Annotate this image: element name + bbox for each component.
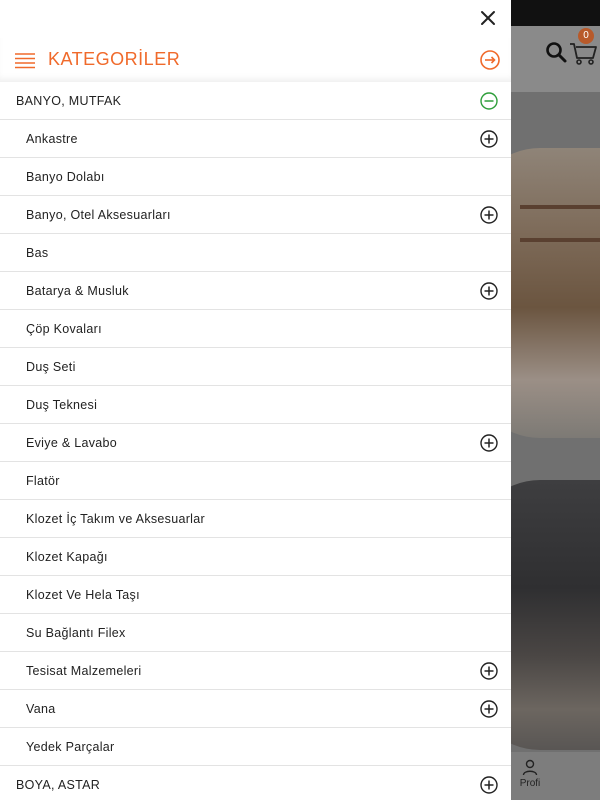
shelf-decoration — [520, 205, 600, 209]
subcategory-row[interactable]: Klozet Kapağı — [0, 538, 511, 576]
plus-circle-icon[interactable] — [479, 433, 499, 453]
category-label: Banyo, Otel Aksesuarları — [26, 208, 171, 222]
subcategory-row[interactable]: Banyo Dolabı — [0, 158, 511, 196]
plus-circle-icon[interactable] — [479, 699, 499, 719]
category-label: Su Bağlantı Filex — [26, 626, 126, 640]
search-icon[interactable] — [544, 40, 568, 64]
profile-label: Profi — [519, 778, 541, 789]
exit-icon[interactable] — [479, 49, 501, 71]
category-label: BANYO, MUTFAK — [16, 94, 122, 108]
category-label: Tesisat Malzemeleri — [26, 664, 142, 678]
plus-circle-icon[interactable] — [479, 205, 499, 225]
subcategory-row[interactable]: Eviye & Lavabo — [0, 424, 511, 462]
category-label: Vana — [26, 702, 56, 716]
subcategory-row[interactable]: Duş Seti — [0, 348, 511, 386]
category-label: Klozet Kapağı — [26, 550, 108, 564]
subcategory-row[interactable]: Tesisat Malzemeleri — [0, 652, 511, 690]
category-label: Çöp Kovaları — [26, 322, 102, 336]
category-label: Banyo Dolabı — [26, 170, 105, 184]
category-row[interactable]: BOYA, ASTAR — [0, 766, 511, 800]
categories-drawer: KATEGORİLER BANYO, MUTFAK Ankastre Banyo D… — [0, 0, 511, 800]
subcategory-row[interactable]: Klozet Ve Hela Taşı — [0, 576, 511, 614]
cart-count-badge: 0 — [578, 28, 594, 44]
subcategory-row[interactable]: Batarya & Musluk — [0, 272, 511, 310]
category-label: Duş Teknesi — [26, 398, 98, 412]
category-label: Batarya & Musluk — [26, 284, 129, 298]
subcategory-row[interactable]: Çöp Kovaları — [0, 310, 511, 348]
profile-tab[interactable]: Profi — [510, 758, 550, 789]
category-label: Yedek Parçalar — [26, 740, 115, 754]
category-label: Klozet İç Takım ve Aksesuarlar — [26, 512, 205, 526]
shelf-decoration — [520, 238, 600, 242]
category-label: Duş Seti — [26, 360, 76, 374]
category-label: Flatör — [26, 474, 60, 488]
category-label: Ankastre — [26, 132, 78, 146]
subcategory-row[interactable]: Yedek Parçalar — [0, 728, 511, 766]
category-label: Klozet Ve Hela Taşı — [26, 588, 140, 602]
category-label: Eviye & Lavabo — [26, 436, 118, 450]
subcategory-row[interactable]: Ankastre — [0, 120, 511, 158]
plus-circle-icon[interactable] — [479, 775, 499, 795]
subcategory-row[interactable]: Su Bağlantı Filex — [0, 614, 511, 652]
plus-circle-icon[interactable] — [479, 281, 499, 301]
close-icon[interactable] — [476, 6, 500, 30]
menu-icon — [15, 53, 35, 69]
drawer-title: KATEGORİLER — [48, 49, 181, 69]
subcategory-row[interactable]: Banyo, Otel Aksesuarları — [0, 196, 511, 234]
subcategory-row[interactable]: Duş Teknesi — [0, 386, 511, 424]
category-label: BOYA, ASTAR — [16, 778, 101, 792]
category-row[interactable]: BANYO, MUTFAK — [0, 82, 511, 120]
category-label: Bas — [26, 246, 49, 260]
subcategory-row[interactable]: Klozet İç Takım ve Aksesuarlar — [0, 500, 511, 538]
subcategory-row[interactable]: Vana — [0, 690, 511, 728]
user-icon — [522, 759, 538, 776]
subcategory-row[interactable]: Flatör — [0, 462, 511, 500]
minus-circle-icon[interactable] — [479, 91, 499, 111]
plus-circle-icon[interactable] — [479, 661, 499, 681]
subcategory-row[interactable]: Bas — [0, 234, 511, 272]
plus-circle-icon[interactable] — [479, 129, 499, 149]
